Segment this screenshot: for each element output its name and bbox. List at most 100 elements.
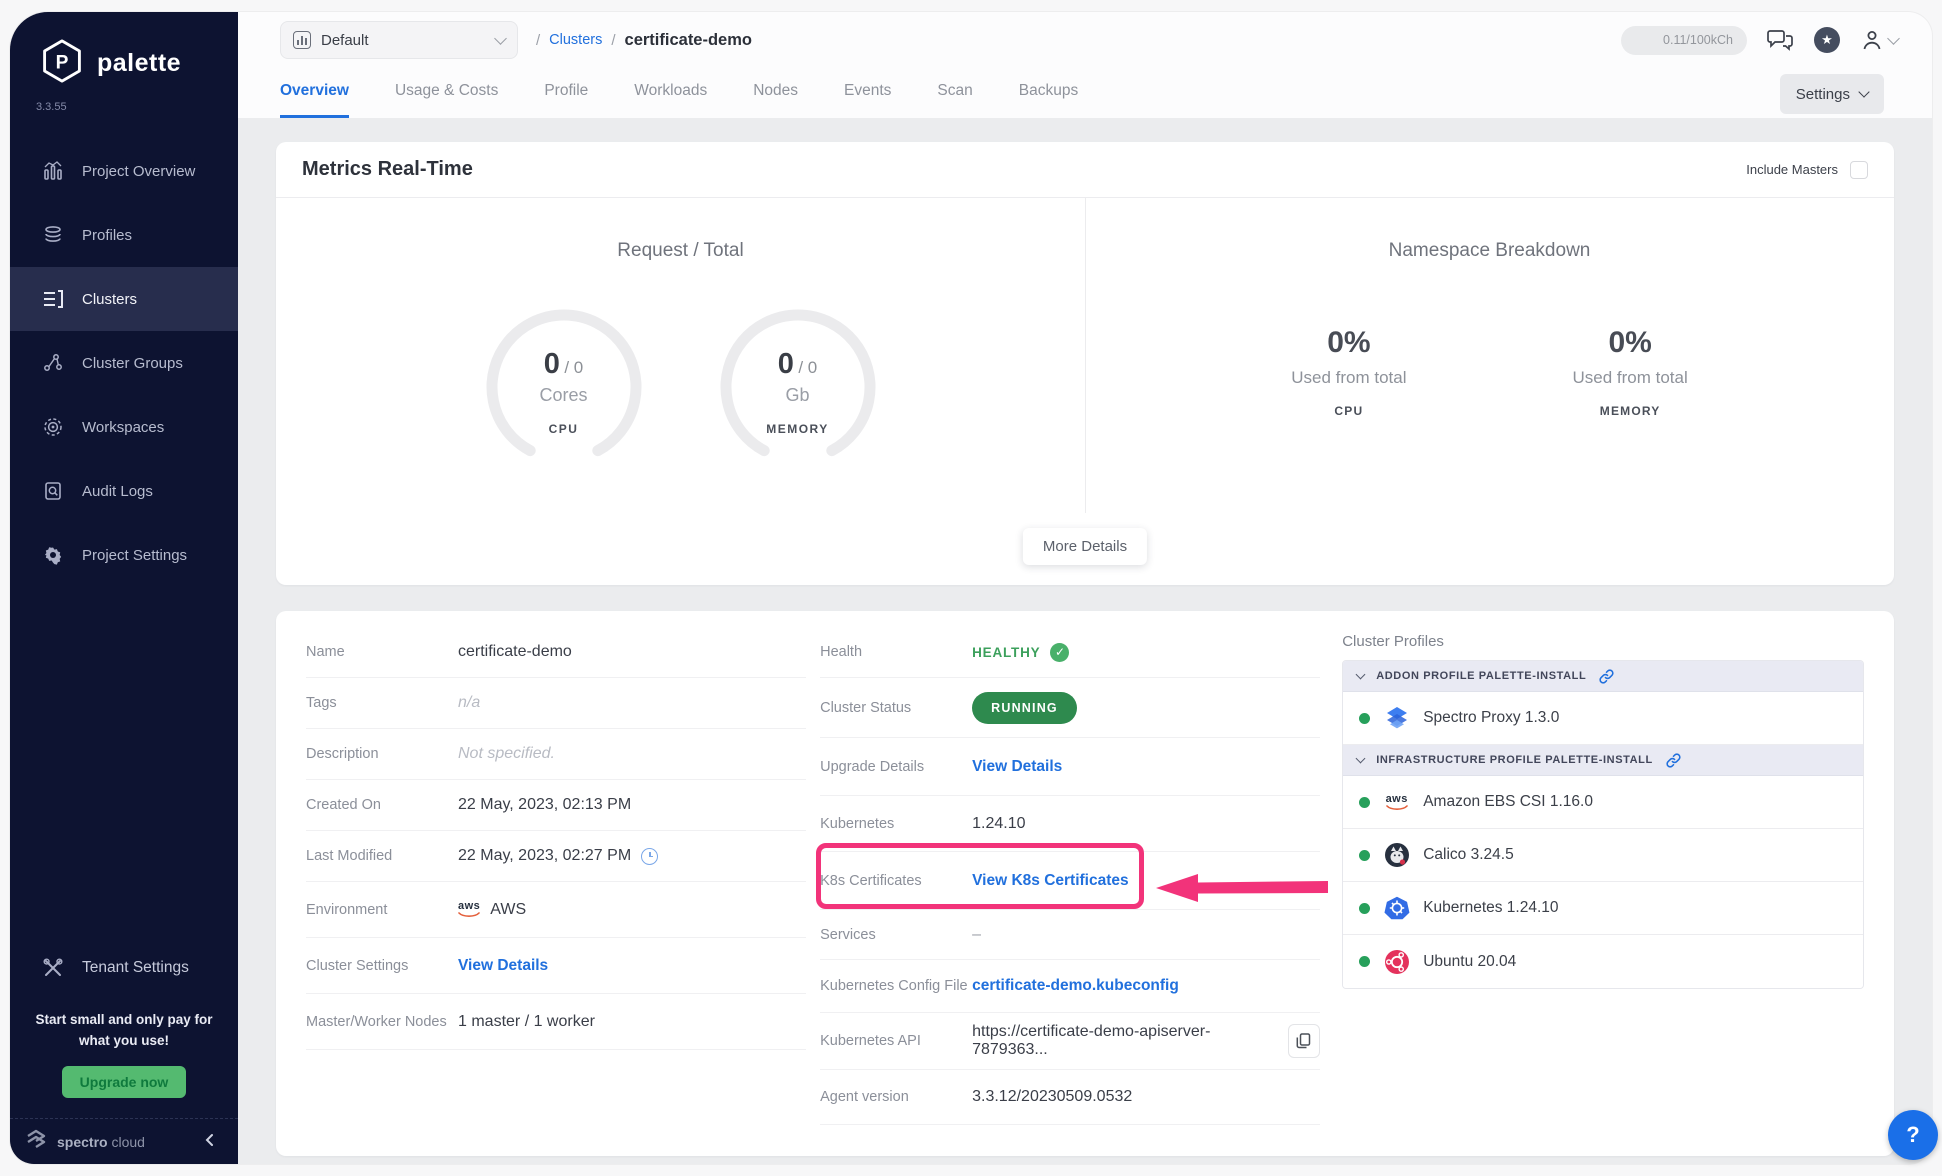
row-label: Master/Worker Nodes	[306, 1014, 458, 1030]
project-selector-value: Default	[321, 32, 486, 49]
settings-button-label: Settings	[1796, 86, 1850, 103]
view-k8s-certificates-link[interactable]: View K8s Certificates	[972, 872, 1129, 890]
sidebar-collapse-button[interactable]	[200, 1132, 220, 1152]
cpu-gauge-unit: Cores	[479, 385, 649, 406]
tab-workloads[interactable]: Workloads	[634, 68, 707, 118]
help-button[interactable]: ?	[1888, 1110, 1938, 1160]
sidebar-item-label: Project Overview	[82, 163, 195, 180]
breadcrumb-clusters-link[interactable]: Clusters	[549, 32, 602, 48]
link-icon[interactable]	[1598, 668, 1615, 685]
kubernetes-api-value: https://certificate-demo-apiserver-78793…	[972, 1023, 1272, 1059]
cpu-usage-label: Used from total	[1291, 368, 1406, 388]
chat-bubbles-icon	[1767, 28, 1794, 52]
user-menu-button[interactable]	[1860, 28, 1898, 52]
sidebar-item-cluster-groups[interactable]: Cluster Groups	[10, 331, 238, 395]
aws-logo-text: aws	[458, 901, 480, 912]
status-dot	[1359, 956, 1370, 967]
cpu-usage-percent: 0%	[1291, 326, 1406, 360]
project-scope-icon	[293, 31, 311, 49]
chevron-down-icon	[1887, 32, 1900, 45]
sidebar-item-tenant-settings[interactable]: Tenant Settings	[10, 940, 238, 996]
tab-nodes[interactable]: Nodes	[753, 68, 798, 118]
profile-item-name: Ubuntu 20.04	[1423, 953, 1516, 971]
cluster-info-column: Name certificate-demo Tags n/a Descripti…	[306, 627, 806, 1140]
info-row-cluster-settings: Cluster Settings View Details	[306, 938, 806, 994]
sidebar-item-project-overview[interactable]: Project Overview	[10, 139, 238, 203]
profile-item-calico[interactable]: Calico 3.24.5	[1343, 829, 1863, 882]
project-selector[interactable]: Default	[280, 21, 518, 59]
history-icon	[641, 848, 658, 865]
check-circle-icon: ✓	[1050, 643, 1069, 662]
sidebar-item-profiles[interactable]: Profiles	[10, 203, 238, 267]
tab-overview[interactable]: Overview	[280, 68, 349, 118]
include-masters-control: Include Masters	[1746, 161, 1868, 179]
row-label: Created On	[306, 797, 458, 813]
created-on-value: 22 May, 2023, 02:13 PM	[458, 796, 631, 814]
breadcrumb-separator: /	[536, 32, 540, 49]
tab-profile[interactable]: Profile	[544, 68, 588, 118]
kubernetes-icon	[1383, 895, 1410, 922]
usage-badge: 0.11/100kCh	[1621, 26, 1747, 55]
memory-usage-stat: 0% Used from total MEMORY	[1573, 326, 1688, 418]
upgrade-view-details-link[interactable]: View Details	[972, 758, 1062, 776]
chat-button[interactable]	[1767, 28, 1794, 52]
sidebar-item-clusters[interactable]: Clusters	[10, 267, 238, 331]
svg-text:P: P	[56, 53, 69, 74]
cluster-overview-card: Name certificate-demo Tags n/a Descripti…	[276, 611, 1894, 1156]
include-masters-checkbox[interactable]	[1850, 161, 1868, 179]
addon-profile-group-header[interactable]: ADDON PROFILE PALETTE-INSTALL	[1343, 661, 1863, 692]
info-row-agent-version: Agent version 3.3.12/20230509.0532	[820, 1070, 1320, 1125]
namespace-breakdown-panel: Namespace Breakdown 0% Used from total C…	[1085, 198, 1894, 585]
profile-item-name: Spectro Proxy 1.3.0	[1423, 709, 1559, 727]
infrastructure-profile-header-label: INFRASTRUCTURE PROFILE PALETTE-INSTALL	[1376, 754, 1653, 766]
profile-item-amazon-ebs-csi[interactable]: aws Amazon EBS CSI 1.16.0	[1343, 776, 1863, 829]
sidebar: P palette 3.3.55 Project Overview Profil…	[10, 12, 238, 1164]
promo-text: Start small and only pay for what you us…	[32, 1010, 216, 1052]
chevron-down-icon	[1356, 754, 1366, 764]
link-icon[interactable]	[1665, 752, 1682, 769]
tab-events[interactable]: Events	[844, 68, 891, 118]
profile-item-ubuntu[interactable]: Ubuntu 20.04	[1343, 935, 1863, 988]
breadcrumb-separator: /	[611, 32, 615, 49]
upgrade-now-button[interactable]: Upgrade now	[62, 1066, 187, 1098]
kubeconfig-download-link[interactable]: certificate-demo.kubeconfig	[972, 977, 1179, 995]
user-icon	[1860, 28, 1884, 52]
cpu-gauge-caption: CPU	[479, 422, 649, 436]
topbar: Default / Clusters / certificate-demo 0.…	[238, 12, 1932, 68]
memory-gauge: 0 / 0 Gb MEMORY	[713, 302, 883, 477]
tab-scan[interactable]: Scan	[937, 68, 972, 118]
metrics-title: Metrics Real-Time	[302, 158, 473, 181]
gauge-text: 0 / 0 Cores CPU	[479, 348, 649, 436]
main-area: Default / Clusters / certificate-demo 0.…	[238, 12, 1932, 1164]
gear-icon	[42, 544, 64, 566]
list-icon	[42, 288, 64, 310]
footer-brand-bold: spectro	[57, 1134, 108, 1150]
namespace-stats: 0% Used from total CPU 0% Used from tota…	[1085, 326, 1894, 418]
aws-logo-text: aws	[1386, 794, 1408, 805]
gauges: 0 / 0 Cores CPU 0 / 0 Gb	[276, 302, 1085, 477]
infrastructure-profile-group-header[interactable]: INFRASTRUCTURE PROFILE PALETTE-INSTALL	[1343, 745, 1863, 776]
tab-usage-costs[interactable]: Usage & Costs	[395, 68, 498, 118]
info-row-last-modified: Last Modified 22 May, 2023, 02:27 PM	[306, 831, 806, 882]
tab-backups[interactable]: Backups	[1019, 68, 1078, 118]
kubernetes-version-value: 1.24.10	[972, 815, 1025, 833]
info-row-kubernetes-api: Kubernetes API https://certificate-demo-…	[820, 1013, 1320, 1070]
more-details-button[interactable]: More Details	[1023, 528, 1147, 565]
calico-icon	[1383, 842, 1410, 869]
copy-button[interactable]	[1288, 1024, 1321, 1058]
sidebar-item-audit-logs[interactable]: Audit Logs	[10, 459, 238, 523]
info-row-kubeconfig: Kubernetes Config File certificate-demo.…	[820, 960, 1320, 1013]
sidebar-item-label: Workspaces	[82, 419, 164, 436]
sidebar-item-project-settings[interactable]: Project Settings	[10, 523, 238, 587]
cpu-usage-caption: CPU	[1291, 404, 1406, 418]
notifications-button[interactable]: ★	[1814, 27, 1840, 53]
sidebar-item-workspaces[interactable]: Workspaces	[10, 395, 238, 459]
metrics-card-header: Metrics Real-Time Include Masters	[276, 142, 1894, 198]
cpu-gauge-value: 0	[544, 348, 560, 380]
cluster-profiles-column: Cluster Profiles ADDON PROFILE PALETTE-I…	[1342, 627, 1864, 1140]
cluster-settings-view-details-link[interactable]: View Details	[458, 957, 548, 975]
settings-button[interactable]: Settings	[1780, 74, 1884, 114]
profile-item-spectro-proxy[interactable]: Spectro Proxy 1.3.0	[1343, 692, 1863, 745]
profile-item-name: Amazon EBS CSI 1.16.0	[1423, 793, 1593, 811]
profile-item-kubernetes[interactable]: Kubernetes 1.24.10	[1343, 882, 1863, 935]
